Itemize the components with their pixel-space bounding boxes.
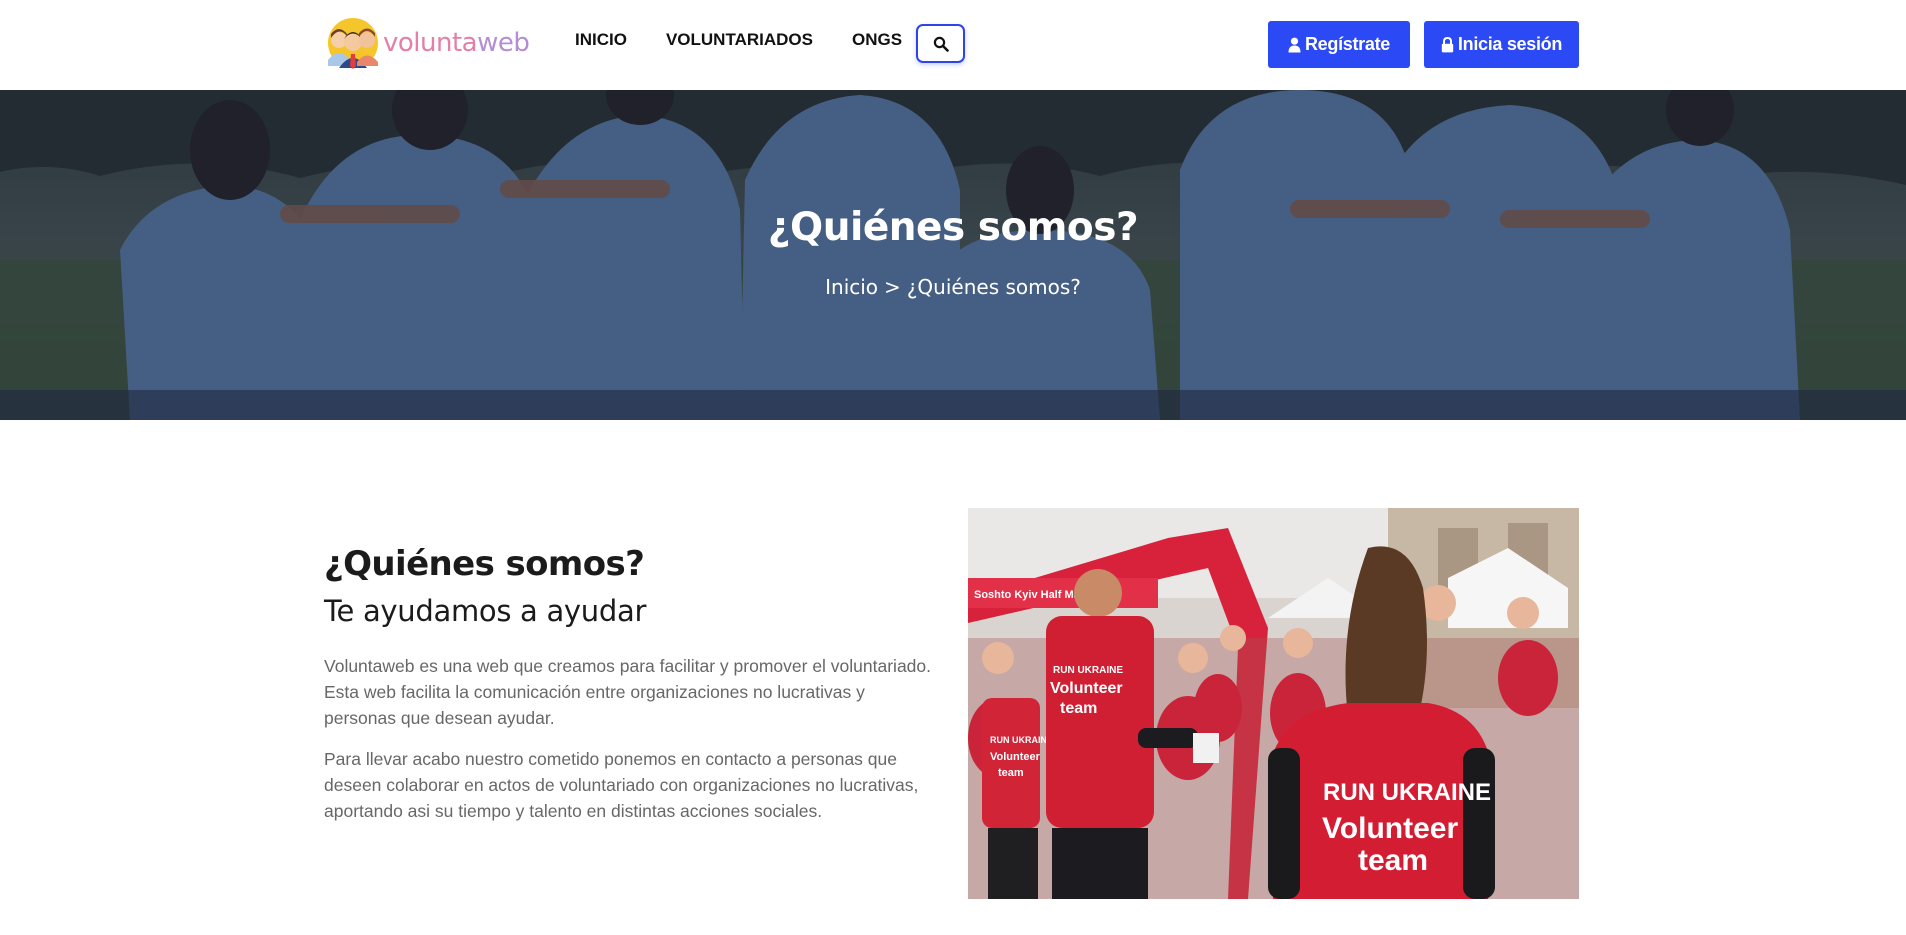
hero-overlay — [0, 90, 1906, 420]
brand-logo[interactable]: voluntaweb — [325, 16, 530, 70]
register-button-label: Regístrate — [1304, 34, 1391, 54]
shirt-3-line-1: Volunteer — [990, 751, 1041, 763]
nav-link-ongs[interactable]: ONGS — [852, 30, 902, 50]
about-paragraph-2: Para llevar acabo nuestro cometido ponem… — [324, 749, 919, 821]
brand-name-part2: web — [477, 28, 530, 58]
login-button[interactable]: Inicia sesión — [1424, 21, 1579, 68]
shirt-2-line-2: team — [1060, 700, 1097, 717]
logo-mark-icon — [328, 18, 378, 69]
main-nav: INICIO VOLUNTARIADOS ONGS — [575, 30, 941, 50]
breadcrumb: Inicio > ¿Quiénes somos? — [0, 275, 1906, 299]
search-icon — [933, 36, 949, 52]
volunteers-photo: Soshto Kyiv Half Marathon RUN UKRAINE Vo… — [968, 508, 1579, 899]
about-subtitle: Te ayudamos a ayudar — [324, 594, 647, 628]
shirt-1-line-2: team — [1358, 844, 1428, 877]
about-title: ¿Quiénes somos? — [324, 544, 645, 584]
register-button[interactable]: Regístrate — [1268, 21, 1410, 68]
nav-link-inicio[interactable]: INICIO — [575, 30, 627, 50]
hero-title: ¿Quiénes somos? — [767, 205, 1139, 250]
nav-link-voluntariados[interactable]: VOLUNTARIADOS — [666, 30, 813, 50]
login-button-label: Inicia sesión — [1457, 34, 1563, 54]
shirt-2-brand: RUN UKRAINE — [1053, 665, 1123, 676]
hero-banner: ¿Quiénes somos? Inicio > ¿Quiénes somos? — [0, 90, 1906, 420]
volunteers-photo-image: Soshto Kyiv Half Marathon RUN UKRAINE Vo… — [968, 508, 1579, 899]
brand-name: voluntaweb — [383, 28, 530, 58]
site-header: voluntaweb INICIO VOLUNTARIADOS ONGS Reg… — [0, 0, 1906, 90]
shirt-3-brand: RUN UKRAINE — [990, 735, 1053, 745]
breadcrumb-current: ¿Quiénes somos? — [906, 275, 1081, 299]
shirt-2-line-1: Volunteer — [1050, 680, 1123, 697]
about-paragraph-1: Voluntaweb es una web que creamos para f… — [324, 656, 932, 728]
breadcrumb-separator: > — [884, 275, 901, 299]
shirt-3-line-2: team — [998, 767, 1024, 779]
breadcrumb-home-link[interactable]: Inicio — [825, 275, 878, 299]
shirt-1-brand: RUN UKRAINE — [1323, 779, 1491, 806]
user-icon — [1288, 37, 1301, 52]
lock-icon — [1441, 36, 1454, 52]
search-button[interactable] — [916, 24, 965, 63]
brand-name-part1: volunta — [383, 28, 478, 58]
shirt-1-line-1: Volunteer — [1322, 812, 1458, 845]
